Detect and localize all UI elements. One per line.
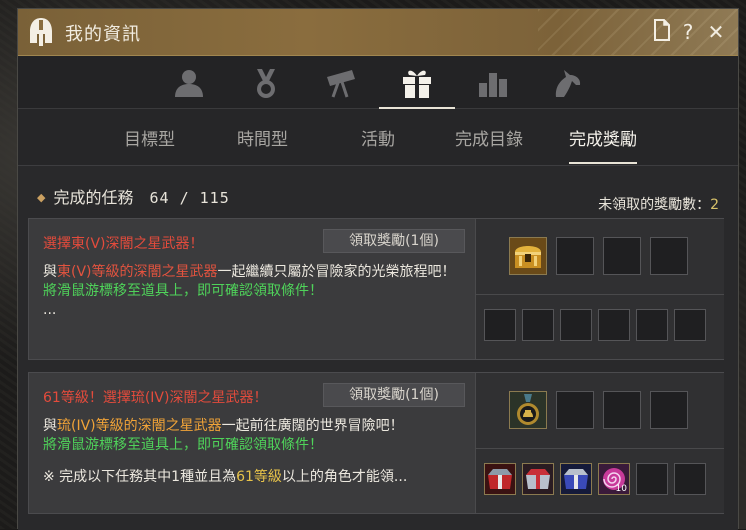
- tab-horse[interactable]: [547, 66, 587, 100]
- tab-completed-list[interactable]: 完成目錄: [455, 125, 523, 150]
- quest-hint: 將滑鼠游標移至道具上，即可確認領取條件！: [43, 283, 323, 299]
- red-box-icon: [485, 464, 515, 494]
- tab-profile[interactable]: [169, 66, 209, 100]
- reward-slot[interactable]: [509, 237, 547, 275]
- reward-slot[interactable]: [556, 237, 594, 275]
- gift-icon: [403, 70, 431, 98]
- sub-reward-slot[interactable]: [674, 463, 706, 495]
- quest-description: 與琉(IV)等級的深闇之星武器一起前往廣闊的世界冒險吧！ 將滑鼠游標移至道具上，…: [43, 417, 469, 487]
- tab-medal[interactable]: [246, 66, 286, 100]
- title-bar[interactable]: 我的資訊 ? ✕: [18, 9, 738, 56]
- desc-text: 一起前往廣闊的世界冒險吧！: [221, 418, 404, 434]
- quest-description: 與東(V)等級的深闇之星武器一起繼續只屬於冒險家的光榮旅程吧！ 將滑鼠游標移至道…: [43, 263, 469, 320]
- page-icon[interactable]: [650, 19, 674, 47]
- help-button[interactable]: ?: [676, 19, 700, 45]
- desc-highlight: 東(V)等級的深闇之星武器: [57, 264, 218, 280]
- completed-label: 完成的任務: [53, 188, 134, 207]
- unclaimed-count: 2: [710, 197, 719, 213]
- quest-card: 61等級！選擇琉(IV)深闇之星武器！ 領取獎勵(1個) 與琉(IV)等級的深闇…: [28, 372, 724, 514]
- quest-title: 61等級！選擇琉(IV)深闇之星武器！: [43, 390, 268, 406]
- claim-reward-button[interactable]: 領取獎勵(1個): [323, 229, 465, 253]
- divider: [476, 448, 724, 449]
- desc-text: 與: [43, 264, 57, 280]
- quest-title: 選擇東(V)深闇之星武器！: [43, 236, 204, 252]
- top-icon-tabs: [18, 56, 738, 109]
- sub-reward-slot[interactable]: 10: [598, 463, 630, 495]
- completed-count: 64 / 115: [149, 189, 230, 207]
- reward-slot[interactable]: [650, 391, 688, 429]
- tab-goal-type[interactable]: 目標型: [124, 125, 175, 150]
- reward-slot[interactable]: [556, 391, 594, 429]
- unclaimed-label: 未領取的獎勵數：: [598, 197, 711, 213]
- sub-reward-slot[interactable]: [560, 309, 592, 341]
- reward-slot[interactable]: [509, 391, 547, 429]
- profile-icon: [175, 70, 203, 97]
- helmet-icon: [30, 18, 52, 46]
- silver-red-box-icon: [523, 464, 553, 494]
- completed-summary: ◆ 完成的任務 64 / 115: [37, 184, 230, 208]
- quest-ellipsis: ...: [43, 302, 57, 318]
- note-text: ※ 完成以下任務其中1種並且為: [43, 469, 237, 485]
- medal-badge-icon: [510, 392, 546, 428]
- sub-reward-slot[interactable]: [598, 309, 630, 341]
- desc-text: 與: [43, 418, 57, 434]
- my-info-window: 我的資訊 ? ✕ 目標型 時間型 活動 完成目錄 完成獎勵 ◆ 完成的任務 64…: [17, 8, 739, 530]
- tab-completion-reward[interactable]: 完成獎勵: [569, 125, 637, 164]
- desc-text: 一起繼續只屬於冒險家的光榮旅程吧！: [217, 264, 456, 280]
- sub-reward-slot[interactable]: [484, 463, 516, 495]
- tab-gift[interactable]: [379, 66, 455, 109]
- diamond-bullet-icon: ◆: [37, 191, 46, 204]
- sub-reward-slot[interactable]: [560, 463, 592, 495]
- quest-note: ※ 完成以下任務其中1種並且為61等級以上的角色才能領...: [43, 468, 407, 487]
- sub-reward-slot[interactable]: [636, 309, 668, 341]
- reward-content: ◆ 完成的任務 64 / 115 未領取的獎勵數：2 選擇東(V)深闇之星武器！ 領…: [18, 166, 738, 530]
- reward-slot[interactable]: [603, 237, 641, 275]
- blue-box-icon: [561, 464, 591, 494]
- sub-reward-slot[interactable]: [674, 309, 706, 341]
- item-quantity: 10: [615, 484, 627, 494]
- window-title: 我的資訊: [65, 24, 141, 45]
- horse-icon: [555, 70, 581, 97]
- tab-stats[interactable]: [473, 66, 513, 100]
- tab-event[interactable]: 活動: [361, 125, 395, 150]
- quest-hint: 將滑鼠游標移至道具上，即可確認領取條件！: [43, 437, 323, 453]
- close-button[interactable]: ✕: [704, 19, 728, 45]
- reward-slot[interactable]: [603, 391, 641, 429]
- telescope-icon: [327, 70, 355, 98]
- unclaimed-rewards: 未領取的獎勵數：2: [598, 194, 719, 214]
- treasure-chest-icon: [510, 238, 546, 274]
- tab-time-type[interactable]: 時間型: [237, 125, 288, 150]
- medal-icon: [257, 69, 275, 98]
- reward-slots: 10: [475, 373, 724, 513]
- reward-slots: [475, 219, 724, 359]
- sub-reward-slot[interactable]: [522, 463, 554, 495]
- divider: [476, 294, 724, 295]
- sub-reward-slot[interactable]: [484, 309, 516, 341]
- sub-reward-slot[interactable]: [522, 309, 554, 341]
- sub-reward-slot[interactable]: [636, 463, 668, 495]
- desc-highlight: 琉(IV)等級的深闇之星武器: [57, 418, 222, 434]
- bar-chart-icon: [479, 73, 507, 97]
- note-text: 以上的角色才能領...: [281, 469, 408, 485]
- quest-card: 選擇東(V)深闇之星武器！ 領取獎勵(1個) 與東(V)等級的深闇之星武器一起繼…: [28, 218, 724, 360]
- sub-tabs: 目標型 時間型 活動 完成目錄 完成獎勵: [18, 109, 738, 166]
- quest-info: 選擇東(V)深闇之星武器！ 領取獎勵(1個) 與東(V)等級的深闇之星武器一起繼…: [29, 219, 475, 359]
- note-level: 61等級: [236, 469, 282, 485]
- quest-info: 61等級！選擇琉(IV)深闇之星武器！ 領取獎勵(1個) 與琉(IV)等級的深闇…: [29, 373, 475, 513]
- claim-reward-button[interactable]: 領取獎勵(1個): [323, 383, 465, 407]
- reward-slot[interactable]: [650, 237, 688, 275]
- tab-telescope[interactable]: [321, 66, 361, 100]
